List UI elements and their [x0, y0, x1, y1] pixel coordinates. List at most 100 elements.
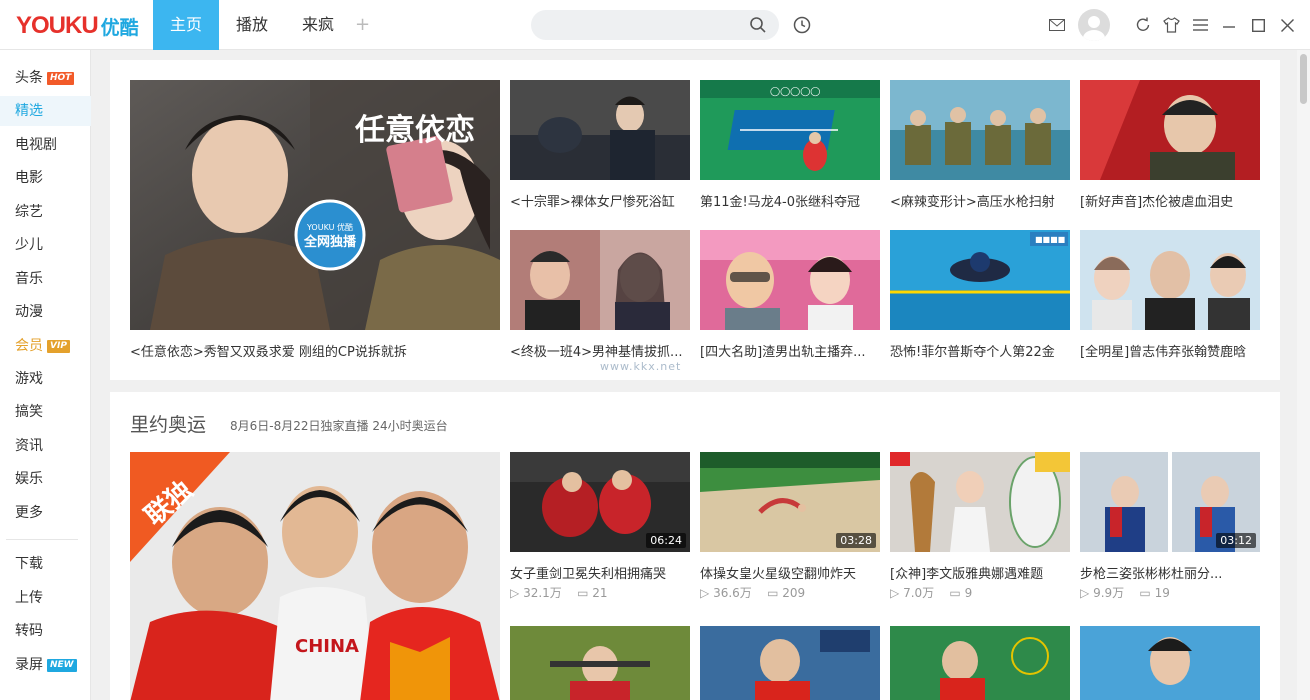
svg-text:YOUKU 优酷: YOUKU 优酷 — [306, 222, 353, 232]
video-thumbnail[interactable] — [1080, 230, 1260, 330]
video-caption[interactable]: [新好声音]杰伦被虐血泪史 — [1080, 191, 1260, 210]
watermark-text: www.kkx.net — [600, 360, 682, 373]
sidebar-item-music[interactable]: 音乐 — [0, 264, 91, 294]
play-count-icon: ▷ — [890, 586, 900, 600]
video-meta: ▷ 32.1万 ▭ 21 — [510, 584, 608, 601]
sidebar-item-more[interactable]: 更多 — [0, 498, 91, 528]
section-title[interactable]: 里约奥运 — [130, 410, 206, 437]
sidebar-item-variety[interactable]: 综艺 — [0, 197, 91, 227]
video-caption[interactable]: 女子重剑卫冕失利相拥痛哭 — [510, 563, 690, 582]
video-thumbnail[interactable]: ◯◯◯◯◯ — [700, 80, 880, 180]
sidebar-item-funny[interactable]: 搞笑 — [0, 397, 91, 427]
comment-count: 21 — [592, 586, 608, 600]
message-icon[interactable] — [1049, 19, 1065, 31]
olympics-panel: 里约奥运 8月6日-8月22日独家直播 24小时奥运台 联独 CHINA 06:… — [110, 392, 1280, 700]
minimize-icon[interactable] — [1223, 25, 1235, 29]
scrollbar[interactable] — [1297, 50, 1310, 700]
sidebar-item-featured[interactable]: 精选 — [0, 96, 91, 126]
sidebar-item-label: 下载 — [15, 556, 43, 572]
video-caption[interactable]: [四大名助]渣男出轨主播弃... — [700, 341, 880, 360]
video-caption[interactable]: [众神]李文版雅典娜遇难题 — [890, 563, 1070, 582]
video-caption[interactable]: 步枪三姿张彬彬杜丽分... — [1080, 563, 1260, 582]
video-thumbnail[interactable] — [890, 626, 1070, 700]
video-thumbnail[interactable] — [890, 452, 1070, 552]
tab-home[interactable]: 主页 — [153, 0, 219, 50]
featured-panel: YOUKU 优酷 全网独播 任意依恋 <任意依恋>秀智又双叒求爱 刚组的CP说拆… — [110, 60, 1280, 380]
video-meta: ▷ 7.0万 ▭ 9 — [890, 584, 972, 601]
skin-shirt-icon[interactable] — [1163, 17, 1180, 33]
video-caption[interactable]: 第11金!马龙4-0张继科夺冠 — [700, 191, 880, 210]
tab-laifeng[interactable]: 来疯 — [288, 0, 348, 50]
thumbnail-image — [890, 452, 1070, 552]
logo-text: YOUKU — [16, 12, 99, 39]
avatar[interactable] — [1078, 9, 1110, 41]
maximize-icon[interactable] — [1252, 19, 1265, 32]
sidebar-item-games[interactable]: 游戏 — [0, 364, 91, 394]
tab-play-label: 播放 — [235, 15, 268, 34]
poster-title-text: 任意依恋 — [354, 113, 475, 148]
video-thumbnail[interactable]: 03:12 — [1080, 452, 1260, 552]
video-thumbnail[interactable] — [700, 230, 880, 330]
tab-home-label: 主页 — [169, 15, 202, 34]
sidebar-item-anime[interactable]: 动漫 — [0, 297, 91, 327]
search-input[interactable] — [531, 10, 779, 40]
sidebar-item-entertainment[interactable]: 娱乐 — [0, 464, 91, 494]
video-thumbnail[interactable] — [890, 80, 1070, 180]
menu-icon[interactable] — [1193, 19, 1208, 31]
video-thumbnail[interactable]: ■■■■ — [890, 230, 1070, 330]
sidebar-item-upload[interactable]: 上传 — [0, 583, 91, 613]
refresh-icon[interactable] — [1135, 17, 1151, 33]
sidebar-item-vip[interactable]: 会员 VIP — [0, 331, 91, 361]
sidebar-item-download[interactable]: 下载 — [0, 549, 91, 579]
featured-main-thumbnail[interactable]: YOUKU 优酷 全网独播 任意依恋 — [130, 80, 500, 330]
video-meta: ▷ 9.9万 ▭ 19 — [1080, 584, 1170, 601]
comment-icon: ▭ — [949, 586, 961, 600]
svg-text:■■■■: ■■■■ — [1035, 235, 1065, 244]
video-caption[interactable]: <十宗罪>裸体女尸惨死浴缸 — [510, 191, 690, 210]
thumbnail-image — [1080, 230, 1260, 330]
play-count: 7.0万 — [903, 586, 935, 600]
sidebar-item-label: 游戏 — [15, 371, 43, 387]
sidebar-item-label: 动漫 — [15, 304, 43, 320]
sidebar-item-record[interactable]: 录屏 NEW — [0, 650, 91, 680]
video-caption[interactable]: [全明星]曾志伟弃张翰赞鹿晗 — [1080, 341, 1260, 360]
video-caption[interactable]: 体操女皇火星级空翻帅炸天 — [700, 563, 880, 582]
video-thumbnail[interactable]: 06:24 — [510, 452, 690, 552]
sidebar-item-kids[interactable]: 少儿 — [0, 230, 91, 260]
video-caption[interactable]: <终极一班4>男神基情拔抓... — [510, 341, 690, 360]
close-icon[interactable] — [1281, 19, 1294, 32]
play-count-icon: ▷ — [510, 586, 520, 600]
video-thumbnail[interactable] — [510, 230, 690, 330]
sidebar-item-news[interactable]: 资讯 — [0, 431, 91, 461]
sidebar-item-tv[interactable]: 电视剧 — [0, 130, 91, 160]
youku-logo[interactable]: YOUKU 优酷 — [16, 12, 139, 40]
video-thumbnail[interactable] — [1080, 626, 1260, 700]
featured-main-caption[interactable]: <任意依恋>秀智又双叒求爱 刚组的CP说拆就拆 — [130, 341, 500, 360]
sidebar-item-transcode[interactable]: 转码 — [0, 616, 91, 646]
section-subtitle: 8月6日-8月22日独家直播 24小时奥运台 — [230, 419, 448, 433]
history-clock-icon[interactable] — [793, 16, 811, 34]
thumbnail-image — [1080, 80, 1260, 180]
drama-poster-image: YOUKU 优酷 全网独播 任意依恋 — [130, 80, 500, 330]
video-thumbnail[interactable] — [700, 626, 880, 700]
search-icon[interactable] — [749, 16, 767, 34]
hot-badge: HOT — [47, 72, 75, 85]
video-thumbnail[interactable] — [510, 80, 690, 180]
sidebar-item-label: 音乐 — [15, 271, 43, 287]
sidebar-item-headlines[interactable]: 头条 HOT — [0, 63, 91, 93]
video-thumbnail[interactable]: 03:28 — [700, 452, 880, 552]
video-thumbnail[interactable] — [510, 626, 690, 700]
add-tab-button[interactable]: + — [355, 14, 370, 35]
olympics-main-thumbnail[interactable]: 联独 CHINA — [130, 452, 500, 700]
sidebar-item-label: 上传 — [15, 590, 43, 606]
svg-text:◯◯◯◯◯: ◯◯◯◯◯ — [770, 87, 820, 97]
scrollbar-thumb[interactable] — [1300, 54, 1307, 104]
video-thumbnail[interactable] — [1080, 80, 1260, 180]
video-caption[interactable]: 恐怖!菲尔普斯夺个人第22金 — [890, 341, 1070, 360]
video-caption[interactable]: <麻辣变形计>高压水枪扫射 — [890, 191, 1070, 210]
sidebar-item-movies[interactable]: 电影 — [0, 163, 91, 193]
tab-play[interactable]: 播放 — [222, 0, 282, 50]
thumbnail-image — [890, 80, 1070, 180]
thumbnail-image — [700, 626, 880, 700]
logo-cn: 优酷 — [100, 16, 139, 39]
